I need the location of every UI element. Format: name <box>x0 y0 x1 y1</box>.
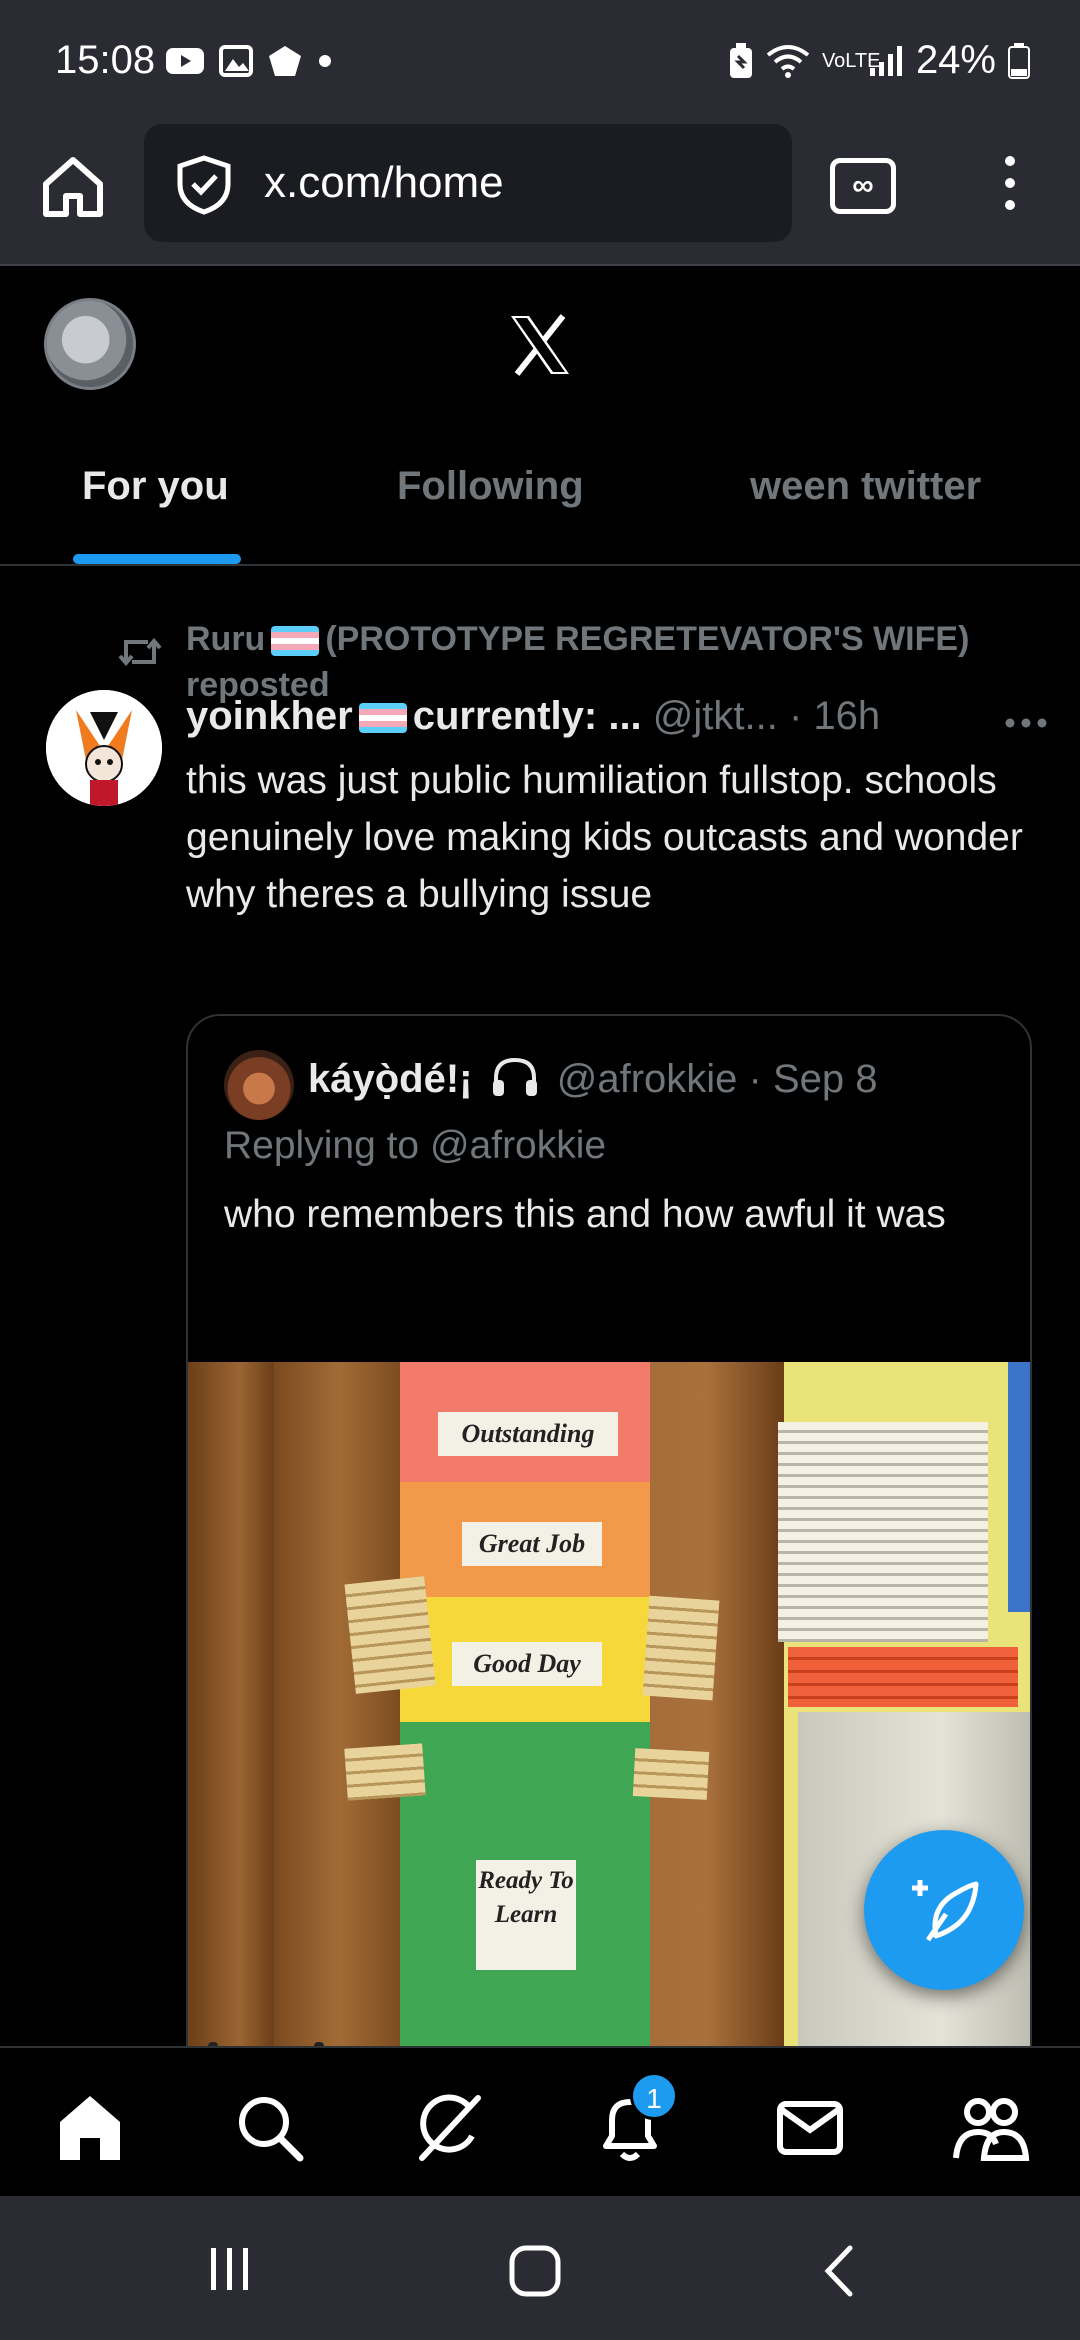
repost-icon <box>118 637 162 667</box>
author-avatar-art-icon <box>46 690 162 806</box>
status-right-icons: VoLTE 24% <box>728 38 1030 83</box>
tab-label: For you <box>82 464 229 508</box>
tweet-text: this was just public humiliation fullsto… <box>186 759 1023 916</box>
compose-feather-icon <box>912 1880 979 1942</box>
photo-orange-folders <box>788 1647 1018 1707</box>
tab-following[interactable]: Following <box>320 416 660 566</box>
photo-paper-stack <box>778 1422 988 1642</box>
youtube-notification-icon <box>166 48 204 74</box>
battery-percent: 24% <box>915 38 996 82</box>
wifi-icon <box>766 44 810 78</box>
shield-check-icon[interactable] <box>174 154 234 216</box>
battery-saver-icon <box>729 42 752 78</box>
quoted-tweet-time[interactable]: · Sep 8 <box>749 1057 878 1101</box>
gallery-notification-icon <box>219 45 253 77</box>
photo-door-left <box>188 1362 274 2046</box>
status-notification-icons <box>165 44 333 78</box>
volte-indicator: VoLTE <box>821 49 881 72</box>
tabs-button[interactable]: ∞ <box>830 158 896 214</box>
quoted-tweet-text: who remembers this and how awful it was <box>224 1193 946 1236</box>
photo-label-good-day: Good Day <box>452 1642 602 1686</box>
photo-label-outstanding: Outstanding <box>438 1412 618 1456</box>
photo-clothespins <box>642 1595 720 1701</box>
back-icon[interactable] <box>818 2244 858 2298</box>
tweet-author-line: yoinkher currently: ... @jtkt... · 16h <box>186 694 1046 754</box>
active-tab-indicator <box>73 554 241 564</box>
author-name-suffix[interactable]: currently: ... <box>413 694 642 738</box>
browser-menu-icon[interactable] <box>995 150 1025 230</box>
android-home-icon[interactable] <box>508 2244 562 2298</box>
reposter-name[interactable]: Ruru <box>186 620 265 658</box>
photo-label-ready-to-learn: Ready To Learn <box>476 1860 576 1970</box>
x-header: For you Following ween twitter <box>0 266 1080 566</box>
trans-flag-icon <box>358 703 407 734</box>
tab-ween-twitter[interactable]: ween twitter <box>660 416 1080 566</box>
tab-for-you[interactable]: For you <box>0 416 320 566</box>
signal-icon <box>869 45 902 76</box>
photo-label-great-job: Great Job <box>462 1522 602 1566</box>
app-notification-icon <box>269 46 301 76</box>
trans-flag-icon <box>271 626 320 657</box>
tweet-time[interactable]: · 16h <box>789 694 880 738</box>
profile-avatar[interactable] <box>44 298 136 390</box>
x-logo-icon <box>511 314 569 376</box>
browser-toolbar: x.com/home ∞ <box>0 120 1080 266</box>
communities-icon[interactable] <box>950 2088 1030 2168</box>
author-name[interactable]: yoinkher <box>186 694 353 738</box>
home-icon[interactable] <box>50 2088 130 2168</box>
status-time: 15:08 <box>55 38 156 82</box>
search-icon[interactable] <box>230 2088 310 2168</box>
timeline-tabs: For you Following ween twitter <box>0 416 1080 566</box>
grok-icon[interactable] <box>410 2088 490 2168</box>
compose-post-button[interactable] <box>864 1830 1024 1990</box>
photo-clothespins <box>344 1743 426 1801</box>
tab-label: Following <box>397 464 584 508</box>
photo-blue-board <box>1008 1362 1030 1612</box>
photo-door-panel <box>274 1362 404 2046</box>
url-text[interactable]: x.com/home <box>264 158 504 208</box>
status-bar: 15:08 VoLTE 24% <box>0 0 1080 120</box>
quoted-author-avatar[interactable] <box>224 1050 294 1120</box>
author-handle[interactable]: @jtkt... <box>653 694 778 738</box>
bottom-navigation: 1 <box>0 2046 1080 2196</box>
notifications-badge: 1 <box>630 2072 678 2120</box>
author-avatar[interactable] <box>46 690 162 806</box>
messages-icon[interactable] <box>770 2088 850 2168</box>
more-options-icon[interactable] <box>1004 716 1048 730</box>
photo-clothespins <box>344 1576 436 1694</box>
browser-home-icon[interactable] <box>38 152 108 222</box>
quoted-author-line: káyọ̀dé!¡ @afrokkie · Sep 8 <box>308 1056 878 1102</box>
photo-clothespins <box>632 1748 710 1800</box>
tweet[interactable]: Ruru (PROTOTYPE REGRETEVATOR'S WIFE) repo… <box>0 566 1080 2046</box>
tab-label: ween twitter <box>750 464 982 508</box>
address-bar[interactable]: x.com/home <box>144 124 792 242</box>
quoted-author-name[interactable]: káyọ̀dé!¡ <box>308 1057 473 1101</box>
recent-apps-icon[interactable] <box>205 2244 255 2294</box>
more-notifications-dot-icon <box>319 55 331 67</box>
headphones-icon <box>492 1057 537 1096</box>
replying-to: Replying to @afrokkie <box>224 1124 607 1167</box>
android-navigation-bar <box>0 2196 1080 2340</box>
photo-behavior-chart: Outstanding Great Job Good Day Ready To … <box>400 1362 650 2046</box>
quoted-author-handle[interactable]: @afrokkie <box>557 1057 738 1101</box>
battery-icon <box>1008 42 1030 79</box>
